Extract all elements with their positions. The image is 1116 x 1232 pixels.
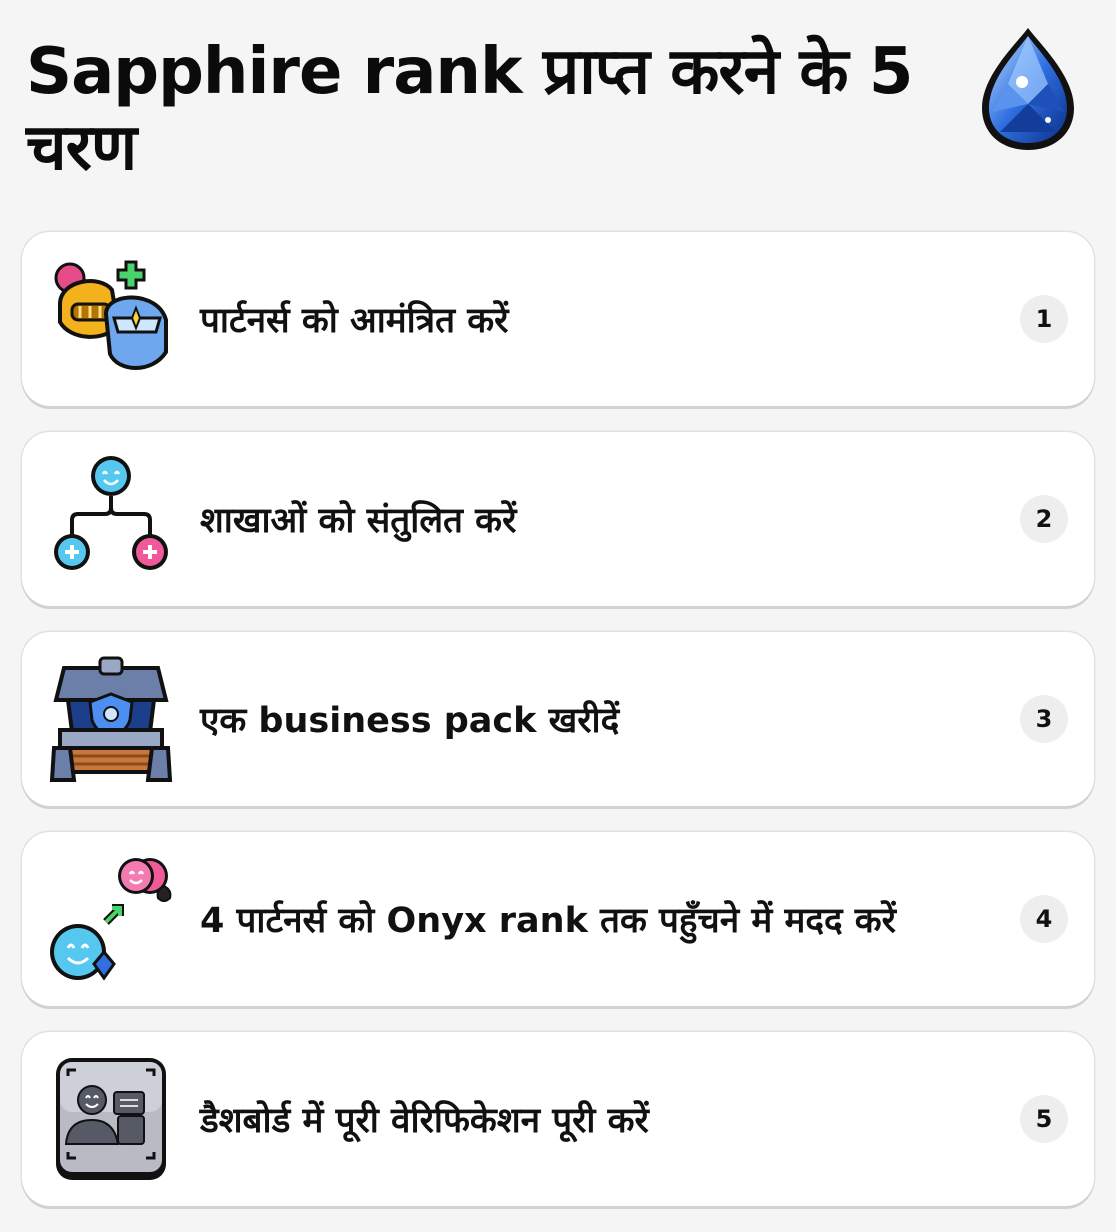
step-card-4[interactable]: 4 पार्टनर्स को Onyx rank तक पहुँचने में … xyxy=(22,832,1094,1006)
page-header: Sapphire rank प्राप्त करने के 5 चरण xyxy=(26,34,926,186)
step-number-badge: 3 xyxy=(1020,695,1068,743)
step-number-badge: 4 xyxy=(1020,895,1068,943)
branch-tree-icon xyxy=(48,456,174,582)
page-title: Sapphire rank प्राप्त करने के 5 चरण xyxy=(26,35,913,185)
step-card-3[interactable]: एक business pack खरीदें 3 xyxy=(22,632,1094,806)
steps-list: पार्टनर्स को आमंत्रित करें 1 शाखाओं को स… xyxy=(22,232,1094,1232)
helmets-plus-icon xyxy=(48,256,174,382)
treasure-chest-icon xyxy=(48,656,174,782)
step-label: 4 पार्टनर्स को Onyx rank तक पहुँचने में … xyxy=(200,900,896,941)
step-card-2[interactable]: शाखाओं को संतुलित करें 2 xyxy=(22,432,1094,606)
step-number-badge: 5 xyxy=(1020,1095,1068,1143)
step-label: डैशबोर्ड में पूरी वेरिफिकेशन पूरी करें xyxy=(200,1100,649,1141)
sapphire-gem-icon xyxy=(978,24,1078,154)
partners-rank-up-icon xyxy=(48,856,174,982)
step-label: एक business pack खरीदें xyxy=(200,700,620,741)
step-card-1[interactable]: पार्टनर्स को आमंत्रित करें 1 xyxy=(22,232,1094,406)
step-number-badge: 1 xyxy=(1020,295,1068,343)
step-number-badge: 2 xyxy=(1020,495,1068,543)
step-label: पार्टनर्स को आमंत्रित करें xyxy=(200,300,509,341)
id-verification-icon xyxy=(48,1056,174,1182)
step-card-5[interactable]: डैशबोर्ड में पूरी वेरिफिकेशन पूरी करें 5 xyxy=(22,1032,1094,1206)
step-label: शाखाओं को संतुलित करें xyxy=(200,500,517,541)
